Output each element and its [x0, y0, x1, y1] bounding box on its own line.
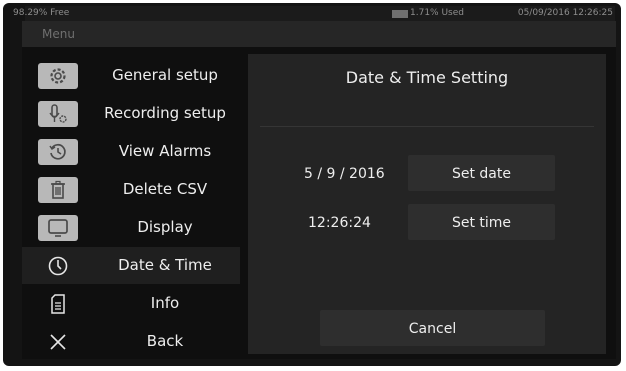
gear-icon	[38, 63, 78, 89]
menu-item-label: Recording setup	[104, 104, 226, 122]
trash-icon	[38, 177, 78, 203]
menu-item-recording-setup[interactable]: Recording setup	[22, 95, 240, 132]
panel-title: Date & Time Setting	[345, 68, 509, 87]
menu-item-view-alarms[interactable]: View Alarms	[22, 133, 240, 170]
menu-item-info[interactable]: Info	[22, 285, 240, 322]
menu-item-label: Info	[150, 294, 180, 312]
set-time-button[interactable]: Set time	[408, 204, 555, 240]
panel-divider	[260, 126, 594, 127]
status-bar: 98.29% Free 1.71% Used 05/09/2016 12:26:…	[13, 6, 615, 22]
status-datetime: 05/09/2016 12:26:25	[517, 8, 613, 18]
menu-item-label: Date & Time	[118, 256, 212, 274]
menu-item-label: View Alarms	[118, 142, 212, 160]
clock-icon	[38, 253, 78, 279]
device-screen: 98.29% Free 1.71% Used 05/09/2016 12:26:…	[3, 3, 621, 366]
set-date-button[interactable]: Set date	[408, 155, 555, 191]
document-icon	[38, 291, 78, 317]
menu-item-label: Display	[137, 218, 193, 236]
date-time-panel: Date & Time Setting 5 / 9 / 2016 Set dat…	[248, 54, 606, 354]
storage-free-text: 98.29% Free	[13, 8, 70, 18]
close-icon	[38, 329, 78, 355]
storage-used-bar	[392, 10, 408, 18]
recording-setup-icon	[38, 101, 78, 127]
current-date-value: 5 / 9 / 2016	[304, 166, 385, 182]
menu-item-back[interactable]: Back	[22, 323, 240, 360]
storage-used-text: 1.71% Used	[410, 8, 464, 18]
menu-item-general-setup[interactable]: General setup	[22, 57, 240, 94]
background-chart-edge	[3, 43, 21, 363]
alarm-history-icon	[38, 139, 78, 165]
menu-sidebar: General setup Recording setup View Alarm…	[22, 57, 240, 359]
menu-item-label: General setup	[112, 66, 218, 84]
menu-item-label: Back	[146, 332, 184, 350]
current-time-value: 12:26:24	[308, 215, 371, 231]
monitor-icon	[38, 215, 78, 241]
menu-item-date-time[interactable]: Date & Time	[22, 247, 240, 284]
menu-title: Menu	[22, 21, 616, 47]
menu-item-delete-csv[interactable]: Delete CSV	[22, 171, 240, 208]
menu-item-display[interactable]: Display	[22, 209, 240, 246]
cancel-button[interactable]: Cancel	[320, 310, 545, 346]
menu-item-label: Delete CSV	[122, 180, 208, 198]
menu-window: Menu General setup Recording setup View …	[22, 21, 616, 359]
